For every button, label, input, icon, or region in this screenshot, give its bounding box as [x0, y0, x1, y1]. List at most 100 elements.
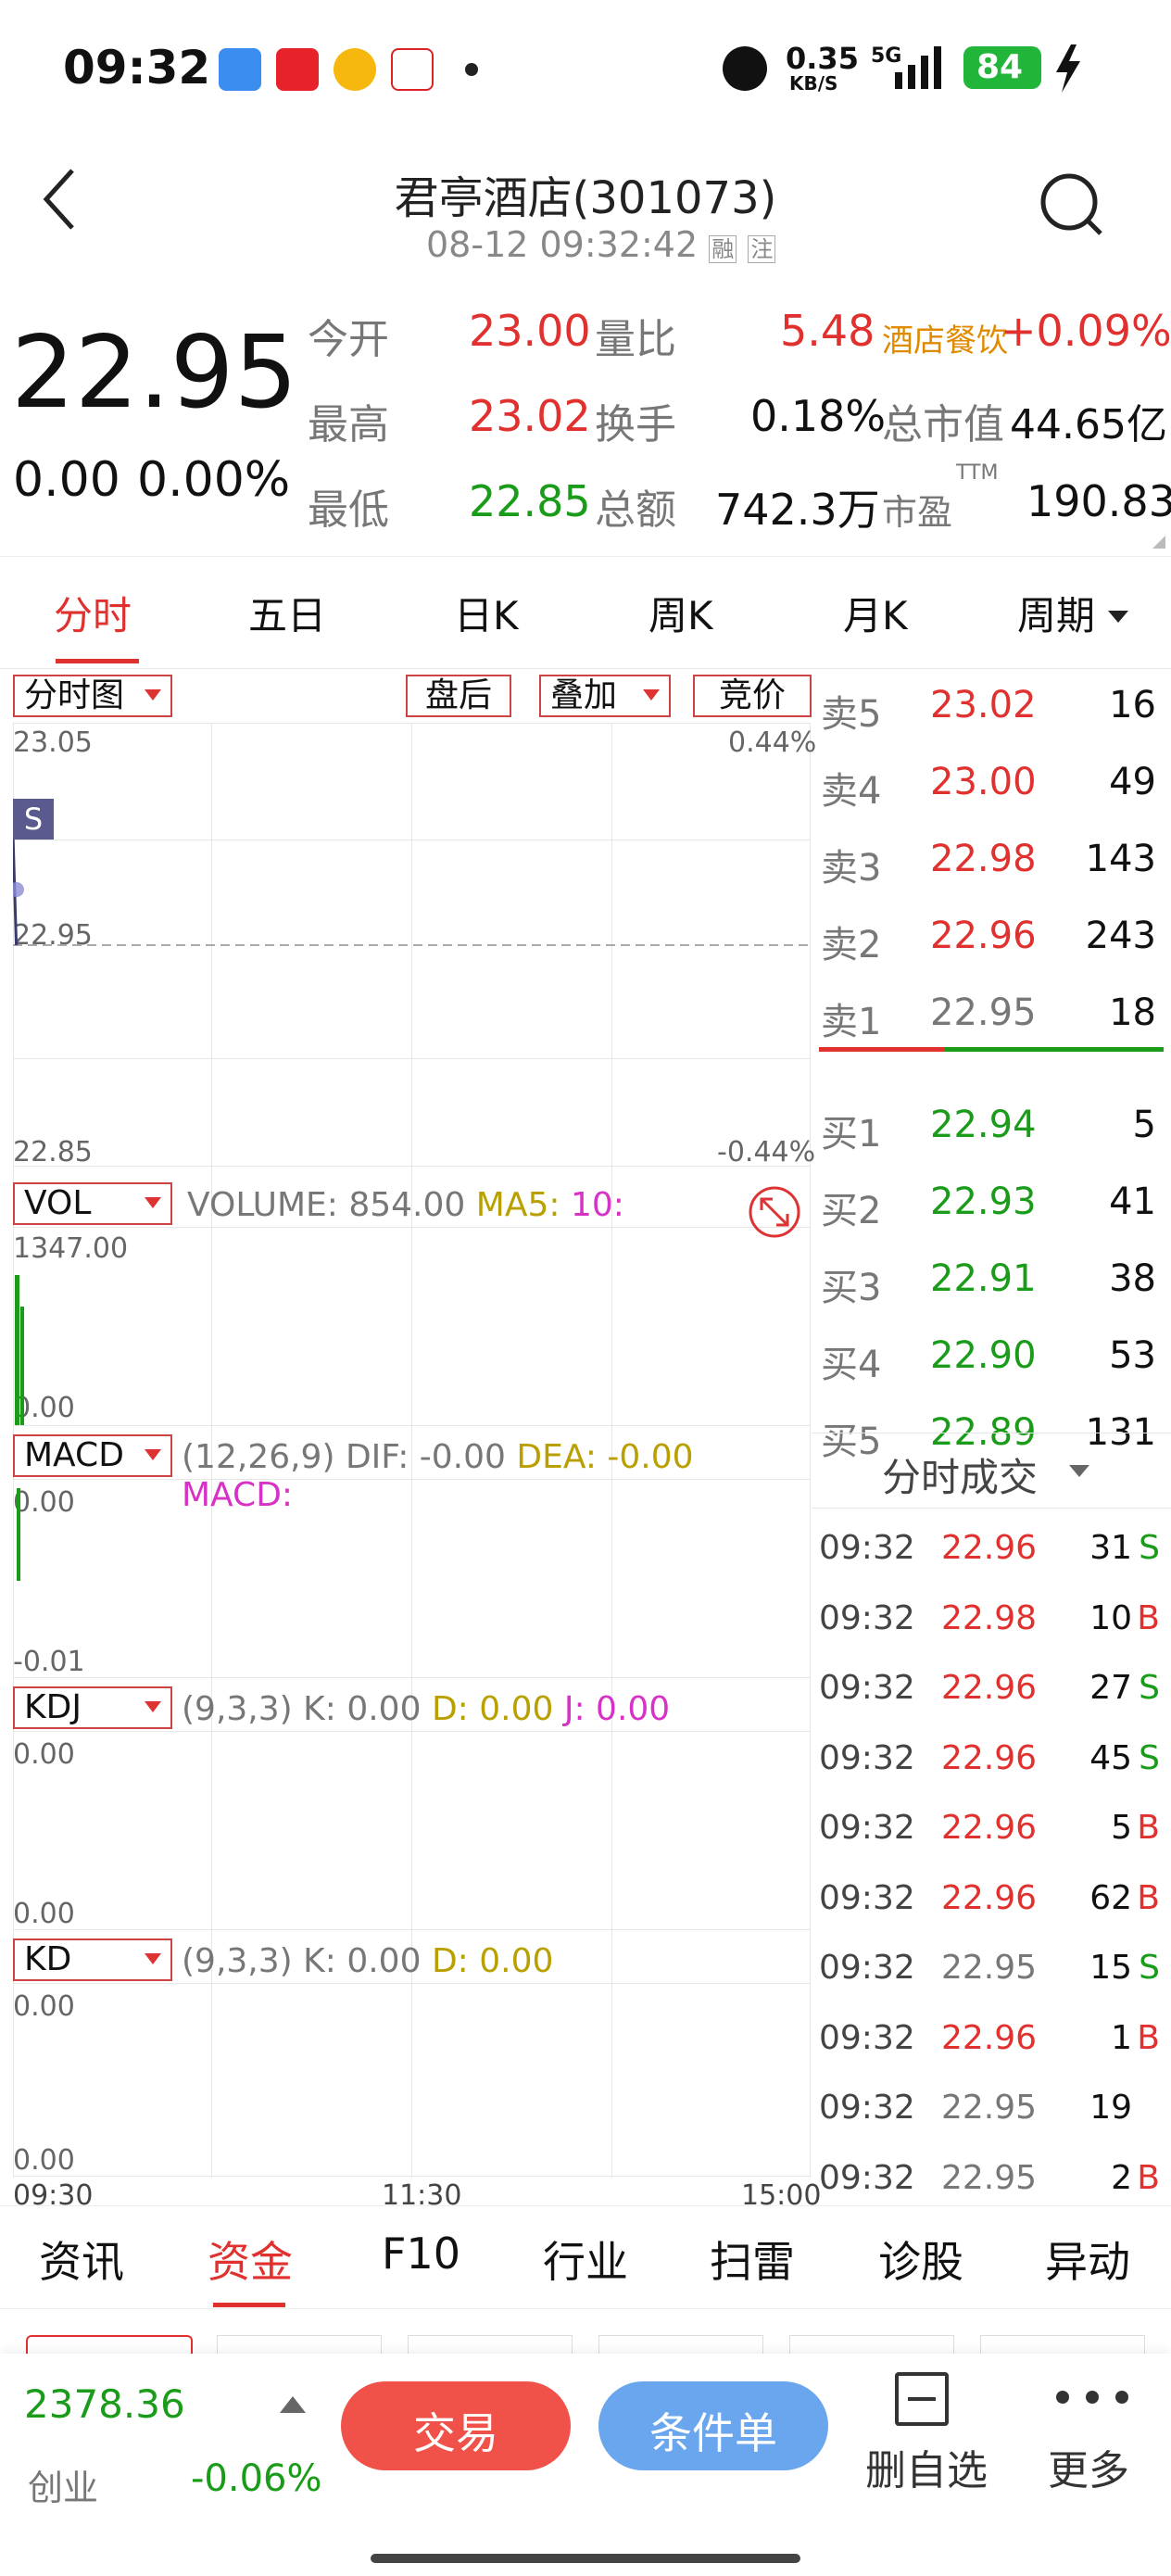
expand-icon[interactable]: [747, 1184, 802, 1240]
orderbook-level: 买4: [821, 1344, 882, 1386]
alarm-icon: [723, 46, 767, 91]
trade-volume: 2: [1111, 2158, 1132, 2197]
period-tabs: 分时 五日 日K 周K 月K 周期: [0, 556, 1171, 669]
volume-selector[interactable]: VOL: [13, 1182, 172, 1225]
trade-row: 09:32 22.95 2 B: [812, 2142, 1164, 2211]
trade-time: 09:32: [819, 1878, 915, 1917]
open-label: 今开: [308, 316, 389, 363]
orderbook-row[interactable]: 买1 22.94 5: [815, 1087, 1164, 1163]
tab-risk-scan[interactable]: 扫雷: [710, 2229, 795, 2290]
orderbook-volume: 5: [1132, 1104, 1156, 1146]
remove-watchlist-icon: [895, 2372, 949, 2426]
tab-f10[interactable]: F10: [382, 2229, 460, 2279]
overlay-selector[interactable]: 叠加: [539, 675, 671, 717]
info-tabs: 资讯 资金 F10 行业 扫雷 诊股 异动: [0, 2205, 1171, 2309]
index-value[interactable]: 2378.36: [24, 2381, 185, 2427]
orderbook-price: 22.94: [930, 1104, 1037, 1146]
kd-axis-top: 0.00: [13, 1990, 75, 2023]
tab-day-k[interactable]: 日K: [454, 585, 519, 641]
market-cap-value: 44.65亿: [1010, 401, 1167, 448]
trade-time: 09:32: [819, 1529, 915, 1567]
chart-area[interactable]: 分时图 盘后 叠加 竞价 23.05 0.44% 22.95 22.85 -0.…: [0, 667, 821, 2212]
tab-anomaly[interactable]: 异动: [1045, 2229, 1130, 2290]
orderbook-row[interactable]: 卖4 23.00 49: [815, 744, 1164, 820]
orderbook-row[interactable]: 卖5 23.02 16: [815, 667, 1164, 743]
trade-row: 09:32 22.98 10 B: [812, 1583, 1164, 1651]
trade-time: 09:32: [819, 1598, 915, 1637]
tab-funds[interactable]: 资金: [208, 2229, 293, 2290]
macd-axis-top: 0.00: [13, 1486, 75, 1519]
orderbook-row[interactable]: 卖1 22.95 18: [815, 975, 1164, 1051]
orderbook-price: 22.95: [930, 991, 1037, 1034]
chevron-down-icon: [643, 689, 660, 701]
pe-label: 市盈: [882, 492, 953, 533]
macd-bar: [17, 1488, 20, 1581]
tab-week-k[interactable]: 周K: [648, 585, 713, 641]
sector-label[interactable]: 酒店餐饮: [882, 315, 1008, 360]
trade-time: 09:32: [819, 1669, 915, 1707]
orderbook-row[interactable]: 买2 22.93 41: [815, 1164, 1164, 1240]
register-badge: 注: [748, 235, 776, 263]
kdj-selector[interactable]: KDJ: [13, 1686, 172, 1729]
orderbook-row[interactable]: 买3 22.91 38: [815, 1241, 1164, 1317]
tab-diagnosis[interactable]: 诊股: [878, 2229, 963, 2290]
orderbook-row[interactable]: 卖2 22.96 243: [815, 898, 1164, 974]
turnover-label: 换手: [595, 401, 676, 448]
remove-watchlist-button[interactable]: 删自选: [852, 2372, 1001, 2511]
after-hours-button[interactable]: 盘后: [406, 675, 511, 717]
trade-row: 09:32 22.96 5 B: [812, 1792, 1164, 1861]
remove-watchlist-label: 删自选: [865, 2447, 988, 2494]
trade-price: 22.96: [941, 1809, 1038, 1847]
price-change-pct: 0.00%: [137, 452, 291, 508]
header: 君亭酒店(301073) 08-12 09:32:42 融 注: [0, 139, 1171, 278]
low-value: 22.85: [469, 476, 591, 526]
tab-period[interactable]: 周期: [1017, 585, 1095, 641]
trades-title-label: 分时成交: [882, 1455, 1039, 1500]
macd-selector[interactable]: MACD: [13, 1434, 172, 1477]
orderbook-volume: 38: [1109, 1257, 1156, 1300]
auction-button[interactable]: 竞价: [693, 675, 812, 717]
chevron-down-icon: [1069, 1465, 1089, 1477]
trade-volume: 10: [1089, 1598, 1132, 1637]
tab-news[interactable]: 资讯: [39, 2229, 124, 2290]
macd-params: (12,26,9): [182, 1438, 335, 1476]
timeshare-selector[interactable]: 分时图: [13, 675, 172, 717]
kdj-params: (9,3,3): [182, 1690, 293, 1728]
spread-divider-red: [819, 1047, 945, 1052]
orderbook-volume: 18: [1109, 991, 1156, 1034]
search-icon[interactable]: [1036, 169, 1110, 243]
orderbook-volume: 143: [1085, 838, 1156, 880]
kd-selector[interactable]: KD: [13, 1938, 172, 1981]
trades-panel: 分时成交 09:32 22.96 31 S 09:32 22.98 10 B 09:32 22.9…: [812, 1433, 1171, 2205]
trade-volume: 45: [1089, 1738, 1132, 1777]
tab-month-k[interactable]: 月K: [843, 585, 908, 641]
header-subtitle: 08-12 09:32:42 融 注: [426, 224, 776, 265]
orderbook-price: 22.96: [930, 915, 1037, 957]
tab-funds-underline: [213, 2303, 285, 2307]
net-unit: KB/S: [789, 72, 838, 95]
trade-button[interactable]: 交易: [341, 2381, 571, 2470]
orderbook-level: 卖4: [821, 770, 882, 813]
trade-price: 22.96: [941, 1529, 1038, 1567]
orderbook-level: 买1: [821, 1113, 882, 1155]
more-icon: [1056, 2391, 1130, 2406]
open-value: 23.00: [469, 306, 591, 356]
tab-timeshare[interactable]: 分时: [54, 585, 132, 641]
trade-side: B: [1137, 2018, 1160, 2057]
chevron-down-icon: [145, 1449, 161, 1460]
volume-label: VOLUME:: [187, 1186, 338, 1224]
orderbook-row[interactable]: 买4 22.90 53: [815, 1318, 1164, 1394]
low-label: 最低: [308, 486, 389, 534]
trade-time: 09:32: [819, 2158, 915, 2197]
more-button[interactable]: 更多: [1028, 2372, 1149, 2511]
tab-industry[interactable]: 行业: [543, 2229, 628, 2290]
condition-order-button[interactable]: 条件单: [598, 2381, 828, 2470]
kdj-axis-top: 0.00: [13, 1738, 75, 1771]
kdj-d: D: 0.00: [431, 1690, 554, 1728]
pe-value: 190.83: [1026, 476, 1171, 526]
tab-five-day[interactable]: 五日: [248, 585, 326, 641]
orderbook-row[interactable]: 卖3 22.98 143: [815, 821, 1164, 897]
home-indicator: [371, 2554, 800, 2563]
trades-title[interactable]: 分时成交: [812, 1433, 1171, 1509]
more-label: 更多: [1048, 2447, 1129, 2494]
